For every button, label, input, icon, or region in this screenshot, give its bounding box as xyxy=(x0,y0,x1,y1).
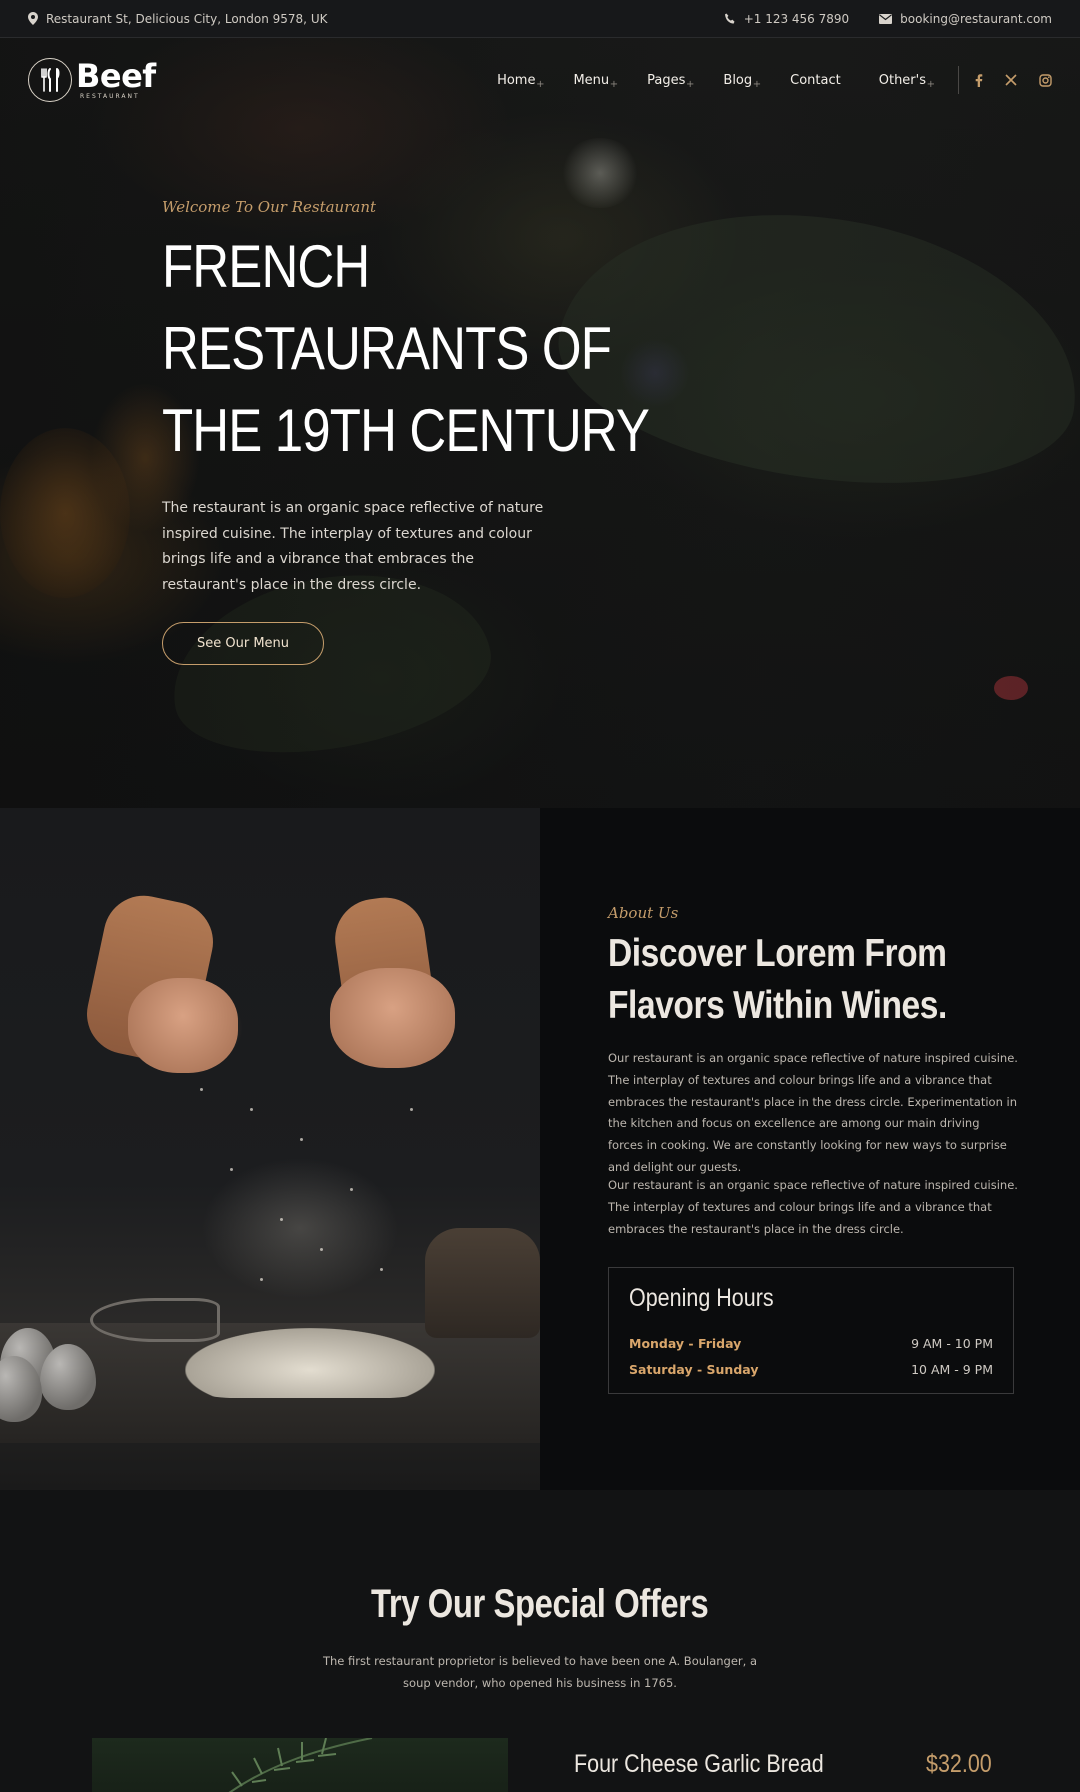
hero-title-line: FRENCH xyxy=(162,233,370,300)
flour-speck xyxy=(250,1108,253,1111)
nav-item-label[interactable]: Home xyxy=(497,73,535,88)
opening-hours-title: Opening Hours xyxy=(629,1284,774,1312)
hero-title-line: RESTAURANTS OF xyxy=(162,315,612,382)
hero-title-line: THE 19TH CENTURY xyxy=(162,397,650,464)
plus-icon: + xyxy=(686,78,695,90)
offers-title: Try Our Special Offers xyxy=(0,1582,1080,1627)
email-info[interactable]: booking@restaurant.com xyxy=(879,12,1052,26)
offer-image-garlic-bread[interactable] xyxy=(92,1738,508,1792)
hero-content: Welcome To Our Restaurant FRENCH RESTAUR… xyxy=(162,198,650,665)
address-text: Restaurant St, Delicious City, London 95… xyxy=(46,11,328,26)
rosemary-sprig-icon xyxy=(228,1738,373,1792)
about-section: About Us Discover Lorem From Flavors Wit… xyxy=(0,808,1080,1490)
map-pin-icon xyxy=(28,12,38,25)
main-nav: Beef RESTAURANT Home + Menu + Pages + Blog +… xyxy=(0,38,1080,122)
hours-time: 9 AM - 10 PM xyxy=(911,1336,993,1351)
nav-item-label[interactable]: Blog xyxy=(723,73,752,88)
facebook-icon[interactable] xyxy=(975,73,983,87)
nav-item-pages[interactable]: Pages + xyxy=(647,73,694,90)
offers-description: The first restaurant proprietor is belie… xyxy=(322,1654,758,1690)
offer-item-price: $32.00 xyxy=(926,1750,992,1778)
flour-speck xyxy=(300,1138,303,1141)
nav-item-label[interactable]: Other's xyxy=(879,73,926,88)
nav-menu: Home + Menu + Pages + Blog + Contact Other's… xyxy=(459,66,1052,94)
flour-speck xyxy=(380,1268,383,1271)
image-flour-pile xyxy=(185,1328,435,1398)
logo-tagline: RESTAURANT xyxy=(80,93,140,100)
hours-row: Monday - Friday 9 AM - 10 PM xyxy=(629,1336,993,1351)
plus-icon: + xyxy=(926,78,935,90)
hero-kicker: Welcome To Our Restaurant xyxy=(162,198,377,216)
instagram-icon[interactable] xyxy=(1039,73,1052,87)
about-title-line: Discover Lorem From xyxy=(608,932,947,975)
offers-title-text: Try Our Special Offers xyxy=(371,1582,709,1626)
flour-speck xyxy=(350,1188,353,1191)
flour-speck xyxy=(320,1248,323,1251)
hours-day: Saturday - Sunday xyxy=(629,1362,759,1377)
about-paragraph-1: Our restaurant is an organic space refle… xyxy=(608,1051,1018,1174)
image-flour-bag xyxy=(425,1228,540,1338)
special-offers-section: Try Our Special Offers The first restaur… xyxy=(0,1490,1080,1792)
email-text[interactable]: booking@restaurant.com xyxy=(900,12,1052,26)
about-panel: About Us Discover Lorem From Flavors Wit… xyxy=(540,808,1080,1490)
hours-row: Saturday - Sunday 10 AM - 9 PM xyxy=(629,1362,993,1377)
flour-speck xyxy=(230,1168,233,1171)
flour-speck xyxy=(280,1218,283,1221)
hours-day: Monday - Friday xyxy=(629,1336,742,1351)
nav-divider xyxy=(958,66,959,94)
plus-icon: + xyxy=(752,78,762,90)
nav-item-menu[interactable]: Menu + xyxy=(573,73,618,90)
about-kicker: About Us xyxy=(608,904,679,922)
nav-item-others[interactable]: Other's + xyxy=(879,73,935,90)
logo[interactable]: Beef RESTAURANT xyxy=(28,58,156,102)
about-image-flour-hands xyxy=(0,808,540,1490)
envelope-icon xyxy=(879,13,893,24)
flour-speck xyxy=(200,1088,203,1091)
hours-time: 10 AM - 9 PM xyxy=(911,1362,993,1377)
cutlery-icon xyxy=(28,58,72,102)
flour-speck xyxy=(410,1108,413,1111)
hero-description: The restaurant is an organic space refle… xyxy=(162,500,544,593)
image-hand-left xyxy=(128,978,238,1073)
see-menu-button[interactable]: See Our Menu xyxy=(162,622,324,665)
x-icon[interactable] xyxy=(1005,74,1017,86)
social-links xyxy=(975,73,1052,87)
phone-icon xyxy=(724,13,736,25)
offer-item-name: Four Cheese Garlic Bread xyxy=(574,1750,824,1778)
nav-item-contact[interactable]: Contact xyxy=(790,73,841,88)
opening-hours-box: Opening Hours Monday - Friday 9 AM - 10 … xyxy=(608,1267,1014,1394)
nav-item-home[interactable]: Home + xyxy=(497,73,544,90)
about-title-line: Flavors Within Wines. xyxy=(608,984,947,1027)
address-info: Restaurant St, Delicious City, London 95… xyxy=(28,12,327,26)
phone-text[interactable]: +1 123 456 7890 xyxy=(744,12,849,26)
about-title: Discover Lorem From Flavors Within Wines… xyxy=(608,928,947,1032)
image-hand-right xyxy=(330,968,455,1068)
phone-info[interactable]: +1 123 456 7890 xyxy=(724,12,849,26)
image-whisk xyxy=(90,1298,220,1342)
logo-wordmark: Beef xyxy=(76,57,156,95)
plus-icon: + xyxy=(609,78,619,90)
nav-item-label[interactable]: Menu xyxy=(573,73,609,88)
nav-item-label[interactable]: Pages xyxy=(647,73,685,88)
about-paragraph-2: Our restaurant is an organic space refle… xyxy=(608,1178,1018,1236)
nav-item-label[interactable]: Contact xyxy=(790,73,841,88)
nav-item-blog[interactable]: Blog + xyxy=(723,73,761,90)
plus-icon: + xyxy=(536,78,545,90)
hero-title: FRENCH RESTAURANTS OF THE 19TH CENTURY xyxy=(162,226,650,472)
top-bar: Restaurant St, Delicious City, London 95… xyxy=(0,0,1080,38)
flour-speck xyxy=(260,1278,263,1281)
